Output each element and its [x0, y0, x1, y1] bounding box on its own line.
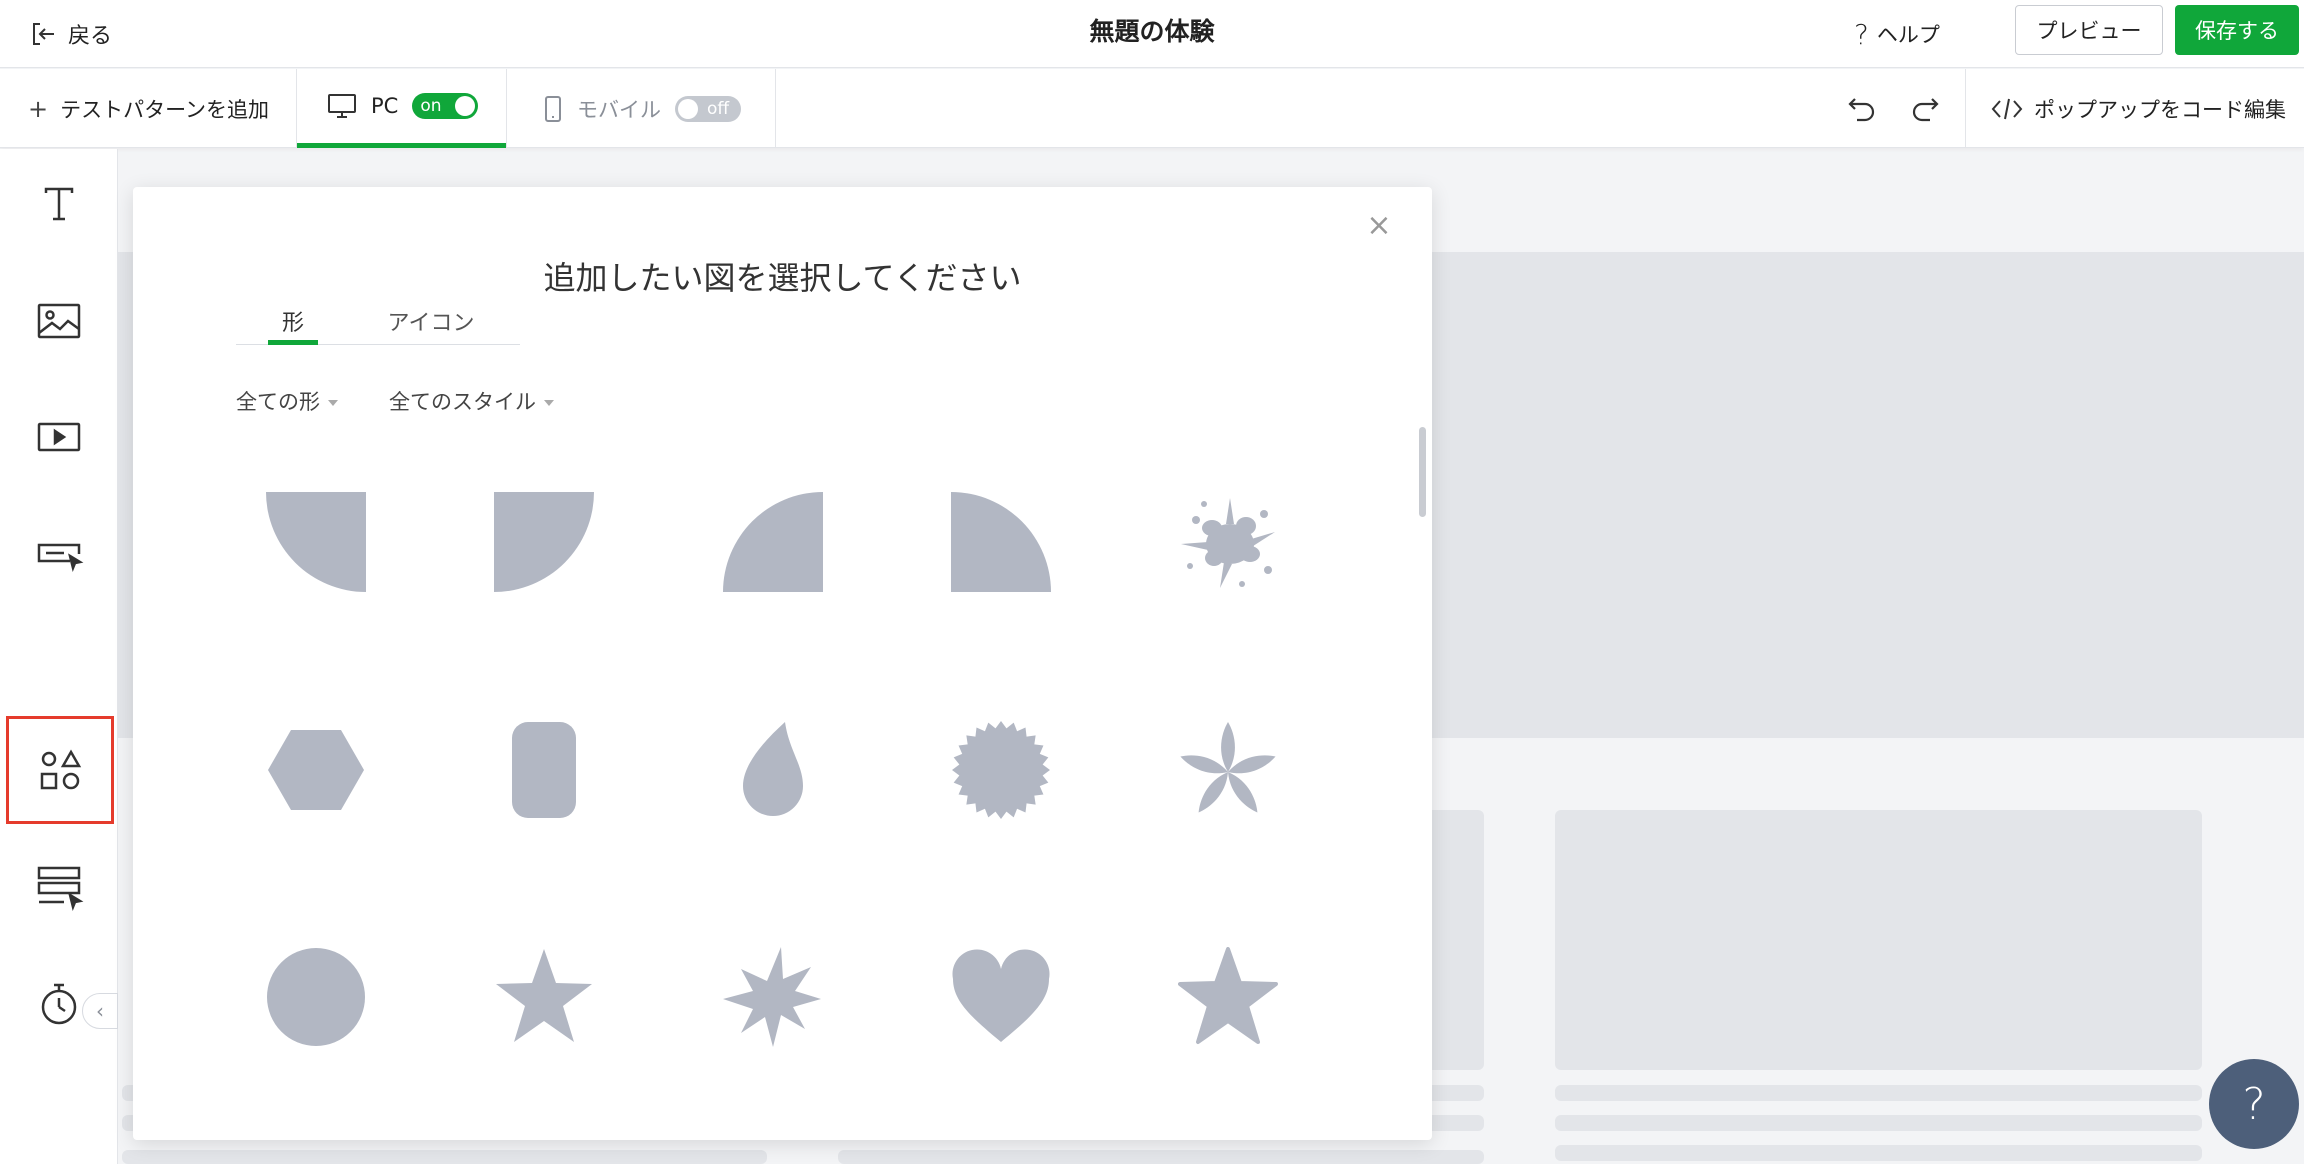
canvas-line-placeholder [1555, 1085, 2202, 1101]
sidebar-item-image[interactable] [0, 266, 118, 376]
help-chat-button[interactable]: ? [2209, 1059, 2299, 1149]
circle-icon [267, 948, 365, 1046]
tab-shapes[interactable]: 形 [268, 305, 318, 345]
timer-icon [41, 983, 77, 1025]
starburst-badge-icon [952, 721, 1050, 819]
shape-starburst-badge[interactable] [951, 720, 1051, 820]
divider [1965, 69, 1966, 148]
question-icon: ? [1854, 17, 1869, 51]
rounded-rectangle-icon [512, 722, 576, 818]
explosion-icon [723, 947, 821, 1047]
canvas-line-placeholder [1555, 1145, 2202, 1161]
sidebar-item-form[interactable] [0, 832, 118, 942]
collapse-sidebar-button[interactable]: ‹ [82, 993, 118, 1029]
shape-type-dropdown[interactable]: 全ての形 [236, 386, 338, 416]
tab-mobile[interactable]: モバイル off [507, 69, 775, 148]
editor-toolbar: + テストパターンを追加 PC on モバイル off ポップアップをコード編集 [0, 69, 2304, 148]
page-title: 無題の体験 [1089, 17, 1215, 46]
scrollbar[interactable] [1419, 427, 1426, 517]
pc-label: PC [371, 94, 399, 118]
desktop-icon [328, 94, 356, 118]
sidebar-item-shapes[interactable] [6, 716, 114, 824]
tab-icons[interactable]: アイコン [381, 305, 481, 345]
top-bar: 戻る 無題の体験 ? ヘルプ プレビュー 保存する [0, 0, 2304, 68]
add-test-pattern-button[interactable]: + テストパターンを追加 [28, 69, 269, 148]
edit-popup-code-label: ポップアップをコード編集 [2034, 97, 2286, 122]
code-icon [1991, 98, 2023, 119]
flower-icon [1180, 722, 1276, 813]
edit-popup-code-button[interactable]: ポップアップをコード編集 [1990, 69, 2286, 148]
shape-quarter-circle-bottom-left[interactable] [266, 492, 366, 592]
shape-star-rounded[interactable] [1178, 947, 1278, 1047]
help-label: ヘルプ [1876, 23, 1940, 47]
shape-splash[interactable] [1178, 492, 1278, 592]
quarter-circle-icon [266, 492, 366, 592]
form-icon [37, 866, 84, 912]
toggle-knob [678, 98, 698, 119]
sidebar-item-text[interactable] [0, 149, 118, 259]
star-icon [496, 949, 592, 1042]
save-button[interactable]: 保存する [2175, 5, 2299, 55]
undo-icon[interactable] [1845, 91, 1879, 125]
canvas-line-placeholder [838, 1150, 1484, 1164]
button-icon [37, 543, 84, 573]
quarter-circle-icon [494, 492, 594, 592]
shape-type-label: 全ての形 [236, 390, 320, 414]
pc-toggle-text: on [420, 96, 442, 116]
preview-button[interactable]: プレビュー [2015, 5, 2163, 55]
chevron-left-icon: ‹ [96, 999, 104, 1023]
shape-quarter-circle-top-left[interactable] [723, 492, 823, 592]
close-icon[interactable]: × [1366, 211, 1392, 241]
caret-down-icon [328, 400, 338, 406]
shape-drop[interactable] [723, 720, 823, 820]
style-dropdown[interactable]: 全てのスタイル [389, 386, 554, 416]
text-icon [44, 187, 74, 221]
style-label: 全てのスタイル [389, 390, 536, 414]
drop-icon [743, 722, 803, 816]
heart-icon [952, 949, 1050, 1042]
shape-quarter-circle-bottom-right[interactable] [494, 492, 594, 592]
tab-pc[interactable]: PC on [297, 69, 506, 148]
shape-explosion[interactable] [723, 947, 823, 1047]
shapes-icon [40, 749, 82, 790]
canvas-card-placeholder [1555, 810, 2202, 1070]
shape-tabs: 形 アイコン [236, 305, 520, 345]
splash-icon [1181, 498, 1275, 588]
element-sidebar: ‹ [0, 149, 118, 1164]
shape-star[interactable] [494, 947, 594, 1047]
hexagon-icon [268, 730, 364, 810]
shape-circle[interactable] [266, 947, 366, 1047]
shape-picker-modal: × 追加したい図を選択してください 形 アイコン 全ての形 全てのスタイル [133, 187, 1432, 1140]
mobile-icon [545, 95, 561, 122]
plus-icon: + [28, 94, 49, 123]
shape-flower[interactable] [1178, 720, 1278, 820]
mobile-toggle[interactable]: off [675, 95, 741, 122]
shape-hexagon[interactable] [266, 720, 366, 820]
sidebar-item-video[interactable] [0, 382, 118, 492]
quarter-circle-icon [951, 492, 1051, 592]
add-test-pattern-label: テストパターンを追加 [60, 97, 270, 122]
video-icon [37, 422, 81, 452]
canvas-line-placeholder [1555, 1115, 2202, 1131]
shape-heart[interactable] [951, 947, 1051, 1047]
pc-toggle[interactable]: on [412, 93, 479, 119]
canvas-line-placeholder [122, 1150, 767, 1164]
redo-icon[interactable] [1908, 91, 1942, 125]
quarter-circle-icon [723, 492, 823, 592]
star-icon [1178, 947, 1278, 1044]
image-icon [37, 303, 81, 339]
mobile-toggle-text: off [707, 98, 730, 119]
toggle-knob [455, 96, 476, 116]
caret-down-icon [544, 400, 554, 406]
mobile-label: モバイル [577, 97, 661, 122]
shape-quarter-circle-top-right[interactable] [951, 492, 1051, 592]
help-link[interactable]: ? ヘルプ [1854, 14, 1940, 54]
sidebar-item-button[interactable] [0, 499, 118, 609]
modal-title: 追加したい図を選択してください [543, 259, 1022, 297]
divider [775, 69, 776, 148]
shape-rounded-rectangle[interactable] [494, 720, 594, 820]
